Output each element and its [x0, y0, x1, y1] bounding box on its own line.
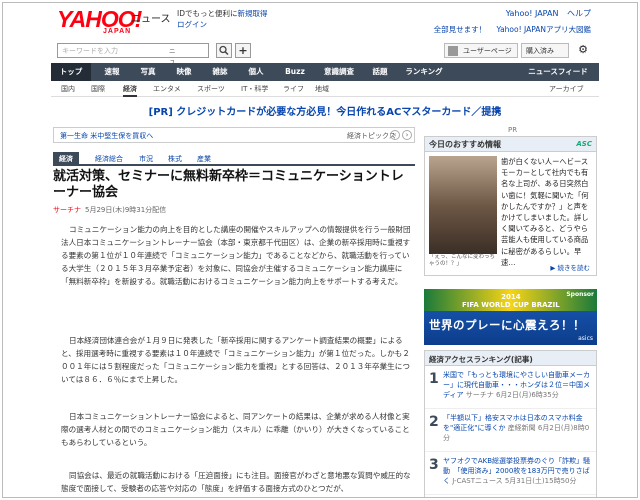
tab-economy-general[interactable]: 経済総合	[95, 154, 123, 164]
subnav-sports[interactable]: スポーツ	[197, 84, 225, 94]
app-catalog-link[interactable]: Yahoo! JAPANアプリ大図鑑	[497, 25, 591, 34]
ranking-box: 経済アクセスランキング(記事) 1 米国で「もっとも環境にやさしい自動車メーカー…	[424, 350, 597, 497]
search-icon	[219, 45, 229, 56]
next-topic-button[interactable]: ›	[402, 130, 412, 140]
login-link[interactable]: ログイン	[177, 19, 268, 30]
id-promo-text: IDでもっと便利に	[177, 9, 238, 18]
ad-caption: 「えっ、こんなに変わっちゃうの！？」	[429, 254, 496, 267]
ad-body[interactable]: 歯が白くない人ーへビースモーカーとして社内でも有名な上司が、ある日突然白い歯に！…	[501, 156, 594, 268]
ad-image[interactable]	[429, 156, 497, 254]
article-source[interactable]: サーチナ	[53, 206, 81, 214]
article-paragraph: 日本経済団体連合会が１月９日に発表した「新卒採用に関するアンケート調査結果の概要…	[61, 336, 410, 384]
user-page-button[interactable]: ユーザーページ	[444, 43, 518, 58]
nav-ranking[interactable]: ランキング	[399, 63, 449, 81]
article-byline: サーチナ 5月29日(木)9時31分配信	[53, 205, 166, 215]
article-paragraph: 同協会は、最近の就職活動における「圧迫面接」にも注目。面接官がわざと意地悪な質問…	[61, 471, 411, 493]
rank-number: 3	[429, 457, 439, 473]
nav-top[interactable]: トップ	[51, 63, 91, 81]
nav-video[interactable]: 映像	[167, 63, 201, 81]
subnav-economy[interactable]: 経済	[123, 84, 137, 97]
tab-market[interactable]: 市況	[139, 154, 153, 164]
rank-text[interactable]: ヤフオクでAKB総選挙投票券のぐり「詐欺」騒動 「使用済み」2000枚を183万…	[443, 456, 593, 486]
ad-badge: ASC	[576, 140, 592, 148]
nav-topics[interactable]: 話題	[363, 63, 397, 81]
banner-sponsor: Sponsor	[566, 291, 594, 298]
topic-bar: 第一生命 米中堅生保を買収へ 経済トピックス ‹ ›	[53, 127, 415, 143]
logo-sub: JAPAN	[103, 28, 132, 35]
show-all-link[interactable]: 全部見せます！	[434, 25, 487, 34]
tab-industry[interactable]: 産業	[197, 154, 211, 164]
prev-topic-button[interactable]: ‹	[390, 130, 400, 140]
nav-buzz[interactable]: Buzz	[275, 63, 315, 81]
subnav-regional[interactable]: 地域	[315, 84, 329, 94]
worldcup-banner[interactable]: 2014 FIFA WORLD CUP BRAZIL Sponsor 世界のプレー…	[424, 289, 597, 345]
banner-slogan: 世界のプレーに心震えろ！！	[429, 318, 585, 332]
browser-viewport: YAHOO! JAPAN ニュース IDでもっと便利に新規取得 ログイン Yah…	[2, 2, 638, 498]
article-date: 5月29日(木)9時31分配信	[85, 206, 167, 214]
nav-individual[interactable]: 個人	[239, 63, 273, 81]
subnav-it-science[interactable]: IT・科学	[241, 84, 268, 94]
main-nav: トップ 速報 写真 映像 雑誌 個人 Buzz 意識調査 話題 ランキング ニュ…	[51, 63, 599, 81]
nav-breaking[interactable]: 速報	[95, 63, 129, 81]
search-input[interactable]: キーワードを入力	[57, 43, 209, 58]
ranking-item[interactable]: 1 米国で「もっとも環境にやさしい自動車メーカー」に現代自動車・・・ホンダは２位…	[425, 367, 596, 409]
add-button[interactable]: +	[235, 43, 251, 58]
tab-stocks[interactable]: 株式	[168, 154, 182, 164]
nav-magazines[interactable]: 雑誌	[203, 63, 237, 81]
service-name[interactable]: ニュース	[131, 10, 171, 25]
yahoo-japan-link[interactable]: Yahoo! JAPAN	[506, 9, 559, 18]
user-page-label: ユーザーページ	[463, 47, 512, 55]
article-headline: 就活対策、セミナーに無料新卒枠＝コミュニケーショントレーナー協会	[53, 169, 404, 200]
register-link[interactable]: 新規取得	[238, 9, 268, 18]
rank-number: 1	[429, 371, 439, 387]
article-paragraph: コミュニケーション能力の向上を目的とした講座の開催やスキルアップへの情報提供を行…	[61, 225, 411, 286]
rank-text[interactable]: 米国で「もっとも環境にやさしい自動車メーカー」に現代自動車・・・ホンダは２位＝中…	[443, 370, 593, 400]
subnav-entertainment[interactable]: エンタメ	[153, 84, 181, 94]
promo-links: 全部見せます！ Yahoo! JAPANアプリ大図鑑	[426, 24, 591, 35]
purchased-button[interactable]: 購入済み	[521, 43, 569, 58]
rank-number: 2	[429, 414, 439, 430]
help-link[interactable]: ヘルプ	[567, 9, 591, 18]
banner-brand: asics	[578, 335, 593, 342]
ranking-title: 経済アクセスランキング(記事)	[425, 351, 596, 366]
economy-topics-label: 経済トピックス	[347, 132, 396, 140]
rank-text[interactable]: 「半額以下」格安スマホは日本のスマホ料金を"適正化"に導くか 産経新聞 6月2日…	[443, 413, 593, 443]
nav-newsfeed[interactable]: ニュースフィード	[521, 63, 595, 81]
economy-tabs: 経済 経済総合 市況 株式 産業	[53, 152, 415, 166]
top-links: Yahoo! JAPAN ヘルプ	[500, 8, 591, 19]
category-nav: 国内 国際 経済 エンタメ スポーツ IT・科学 ライフ 地域 アーカイブ	[51, 81, 599, 97]
promo-ad-link[interactable]: [PR] クレジットカードが必要な方必見！今日作れるACマスターカード／提携	[51, 103, 599, 118]
recommend-title: 今日のおすすめ情報	[425, 137, 596, 152]
subnav-archive[interactable]: アーカイブ	[549, 84, 584, 94]
tab-economy[interactable]: 経済	[53, 152, 79, 166]
subnav-international[interactable]: 国際	[91, 84, 105, 94]
article-paragraph: 日本コミュニケーショントレーナー協会によると、同アンケートの結果は、企業が求める…	[61, 412, 410, 447]
subnav-domestic[interactable]: 国内	[61, 84, 75, 94]
banner-event: 2014 FIFA WORLD CUP BRAZIL	[462, 293, 560, 309]
site-header: YAHOO! JAPAN ニュース IDでもっと便利に新規取得 ログイン Yah…	[51, 3, 599, 93]
nav-photos[interactable]: 写真	[131, 63, 165, 81]
topic-link[interactable]: 第一生命 米中堅生保を買収へ	[60, 131, 153, 141]
yahoo-logo[interactable]: YAHOO! JAPAN	[57, 8, 142, 36]
recommend-box: 今日のおすすめ情報 ASC 「えっ、こんなに変わっちゃうの！？」 歯が白くない人…	[424, 136, 597, 276]
gear-icon[interactable]: ⚙	[572, 43, 594, 58]
pr-label: PR	[508, 126, 518, 134]
id-promo: IDでもっと便利に新規取得 ログイン	[177, 8, 268, 30]
subnav-life[interactable]: ライフ	[283, 84, 304, 94]
ranking-item[interactable]: 2 「半額以下」格安スマホは日本のスマホ料金を"適正化"に導くか 産経新聞 6月…	[425, 410, 596, 452]
ranking-item[interactable]: 3 ヤフオクでAKB総選挙投票券のぐり「詐欺」騒動 「使用済み」2000枚を18…	[425, 453, 596, 495]
search-button[interactable]	[216, 43, 232, 58]
read-more-link[interactable]: ▶ 続きを読む	[550, 262, 590, 272]
nav-survey[interactable]: 意識調査	[317, 63, 361, 81]
avatar-icon	[448, 46, 458, 56]
